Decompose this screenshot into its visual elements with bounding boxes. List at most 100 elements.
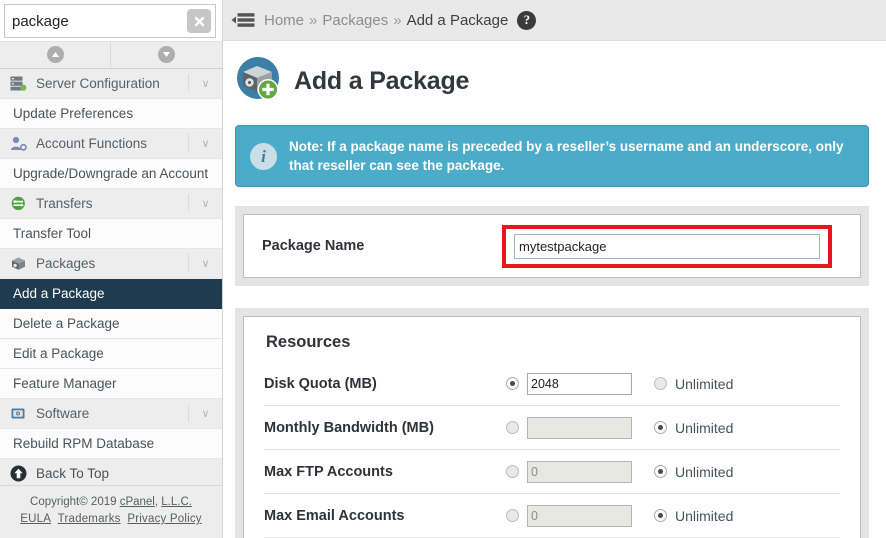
sidebar-group-label: Software: [36, 405, 90, 421]
sidebar-item-label: Add a Package: [13, 285, 105, 301]
disk-quota-value-radio[interactable]: [506, 377, 519, 390]
sidebar-item-back-to-top[interactable]: Back To Top: [0, 458, 222, 485]
max-ftp-accounts-unlimited-option[interactable]: Unlimited: [654, 464, 733, 480]
breadcrumb-separator: »: [393, 11, 402, 29]
page-header: Add a Package: [223, 41, 886, 117]
chevron-down-icon[interactable]: ∨: [188, 194, 222, 213]
server-config-icon: [8, 75, 28, 92]
sidebar-item-rebuild-rpm-database[interactable]: Rebuild RPM Database: [0, 428, 222, 459]
disk-quota-unlimited-option[interactable]: Unlimited: [654, 376, 733, 392]
sidebar-item-add-a-package[interactable]: Add a Package: [0, 278, 222, 309]
account-functions-icon: [8, 135, 28, 152]
package-name-row: Package Name: [244, 215, 860, 277]
footer-copyright: Copyright© 2019 cPanel, L.L.C.: [6, 494, 216, 511]
sidebar-item-label: Delete a Package: [13, 315, 120, 331]
resource-row-monthly-bandwidth: Monthly Bandwidth (MB) Unlimited: [264, 406, 840, 450]
collapse-all-button[interactable]: [0, 42, 111, 69]
packages-icon: [8, 255, 28, 272]
footer-cpanel-link[interactable]: cPanel: [120, 496, 155, 508]
package-name-panel: Package Name: [235, 206, 869, 286]
max-email-accounts-unlimited-option[interactable]: Unlimited: [654, 508, 733, 524]
help-icon[interactable]: ?: [517, 10, 537, 30]
search-input[interactable]: [5, 6, 215, 36]
resource-row-disk-quota: Disk Quota (MB) Unlimited: [264, 362, 840, 406]
note-text: Note: If a package name is preceded by a…: [289, 139, 844, 173]
sidebar-item-label: Edit a Package: [13, 345, 104, 361]
sidebar-group-account-functions[interactable]: Account Functions ∨: [0, 128, 222, 159]
breadcrumb-packages[interactable]: Packages: [322, 12, 388, 29]
sidebar-item-upgrade-downgrade-account[interactable]: Upgrade/Downgrade an Account: [0, 158, 222, 189]
unlimited-label: Unlimited: [675, 463, 734, 480]
footer-privacy-policy-link[interactable]: Privacy Policy: [127, 513, 201, 525]
resource-row-max-email-accounts: Max Email Accounts Unlimited: [264, 494, 840, 538]
max-ftp-accounts-input[interactable]: [527, 460, 632, 483]
resource-label: Disk Quota (MB): [264, 375, 377, 392]
resource-label: Max FTP Accounts: [264, 463, 393, 480]
breadcrumb: Home » Packages » Add a Package ?: [264, 10, 537, 30]
footer-copyright-text: Copyright© 2019: [30, 496, 120, 508]
app-root: Server Configuration ∨ Update Preference…: [0, 0, 886, 538]
resource-label: Max Email Accounts: [264, 507, 405, 524]
chevron-down-circle-icon: [158, 46, 175, 64]
main-content: Home » Packages » Add a Package ? Add a …: [223, 0, 886, 538]
expand-all-button[interactable]: [111, 42, 222, 69]
package-name-label: Package Name: [262, 238, 365, 254]
search-box[interactable]: [4, 4, 216, 38]
monthly-bandwidth-value-radio[interactable]: [506, 421, 519, 434]
sidebar-item-delete-a-package[interactable]: Delete a Package: [0, 308, 222, 339]
sidebar-item-feature-manager[interactable]: Feature Manager: [0, 368, 222, 399]
unlimited-label: Unlimited: [675, 375, 734, 392]
sidebar-toggle-row: [0, 41, 222, 69]
package-name-panel-inner: Package Name: [243, 214, 861, 278]
max-email-accounts-unlimited-radio[interactable]: [654, 509, 667, 522]
footer-links: EULA Trademarks Privacy Policy: [6, 511, 216, 528]
package-name-highlight: [502, 224, 832, 268]
info-icon: i: [250, 142, 277, 170]
chevron-down-icon[interactable]: ∨: [188, 404, 222, 423]
unlimited-label: Unlimited: [675, 507, 734, 524]
breadcrumb-home[interactable]: Home: [264, 12, 304, 29]
sidebar-item-label: Upgrade/Downgrade an Account: [13, 165, 209, 181]
chevron-down-icon[interactable]: ∨: [188, 74, 222, 93]
arrow-up-circle-icon: [8, 465, 28, 482]
breadcrumb-separator: »: [309, 11, 318, 29]
unlimited-label: Unlimited: [675, 419, 734, 436]
max-email-accounts-input[interactable]: [527, 504, 632, 527]
content-area: i Note: If a package name is preceded by…: [223, 125, 886, 538]
footer-eula-link[interactable]: EULA: [20, 513, 51, 525]
sidebar: Server Configuration ∨ Update Preference…: [0, 0, 223, 538]
breadcrumb-current: Add a Package: [406, 11, 509, 29]
chevron-down-icon[interactable]: ∨: [188, 254, 222, 273]
search-clear-icon[interactable]: [187, 9, 211, 33]
sidebar-item-transfer-tool[interactable]: Transfer Tool: [0, 218, 222, 249]
monthly-bandwidth-unlimited-radio[interactable]: [654, 421, 667, 434]
sidebar-group-software[interactable]: Software ∨: [0, 398, 222, 429]
sidebar-group-packages[interactable]: Packages ∨: [0, 248, 222, 279]
monthly-bandwidth-unlimited-option[interactable]: Unlimited: [654, 420, 733, 436]
max-ftp-accounts-unlimited-radio[interactable]: [654, 465, 667, 478]
sidebar-item-label: Feature Manager: [13, 375, 117, 391]
disk-quota-input[interactable]: [527, 372, 632, 395]
max-ftp-accounts-value-radio[interactable]: [506, 465, 519, 478]
breadcrumb-bar: Home » Packages » Add a Package ?: [223, 0, 886, 41]
monthly-bandwidth-input[interactable]: [527, 416, 632, 439]
sidebar-search-area: [0, 0, 222, 41]
sidebar-nav: Server Configuration ∨ Update Preference…: [0, 68, 222, 485]
footer-llc-link[interactable]: L.L.C.: [161, 496, 192, 508]
footer-trademarks-link[interactable]: Trademarks: [58, 513, 121, 525]
sidebar-item-label: Transfer Tool: [13, 225, 92, 241]
max-email-accounts-value-radio[interactable]: [506, 509, 519, 522]
chevron-down-icon[interactable]: ∨: [188, 134, 222, 153]
sidebar-item-update-preferences[interactable]: Update Preferences: [0, 98, 222, 129]
sidebar-group-server-configuration[interactable]: Server Configuration ∨: [0, 68, 222, 99]
page-title: Add a Package: [294, 66, 470, 95]
sidebar-group-label: Server Configuration: [36, 75, 160, 91]
sidebar-item-edit-a-package[interactable]: Edit a Package: [0, 338, 222, 369]
disk-quota-unlimited-radio[interactable]: [654, 377, 667, 390]
package-name-input[interactable]: [514, 233, 820, 259]
collapse-sidebar-icon[interactable]: [231, 9, 257, 31]
sidebar-group-transfers[interactable]: Transfers ∨: [0, 188, 222, 219]
add-package-icon: [235, 55, 282, 107]
resources-panel-inner: Resources Disk Quota (MB) Unlimited Mont…: [243, 316, 861, 538]
resource-label: Monthly Bandwidth (MB): [264, 419, 434, 436]
